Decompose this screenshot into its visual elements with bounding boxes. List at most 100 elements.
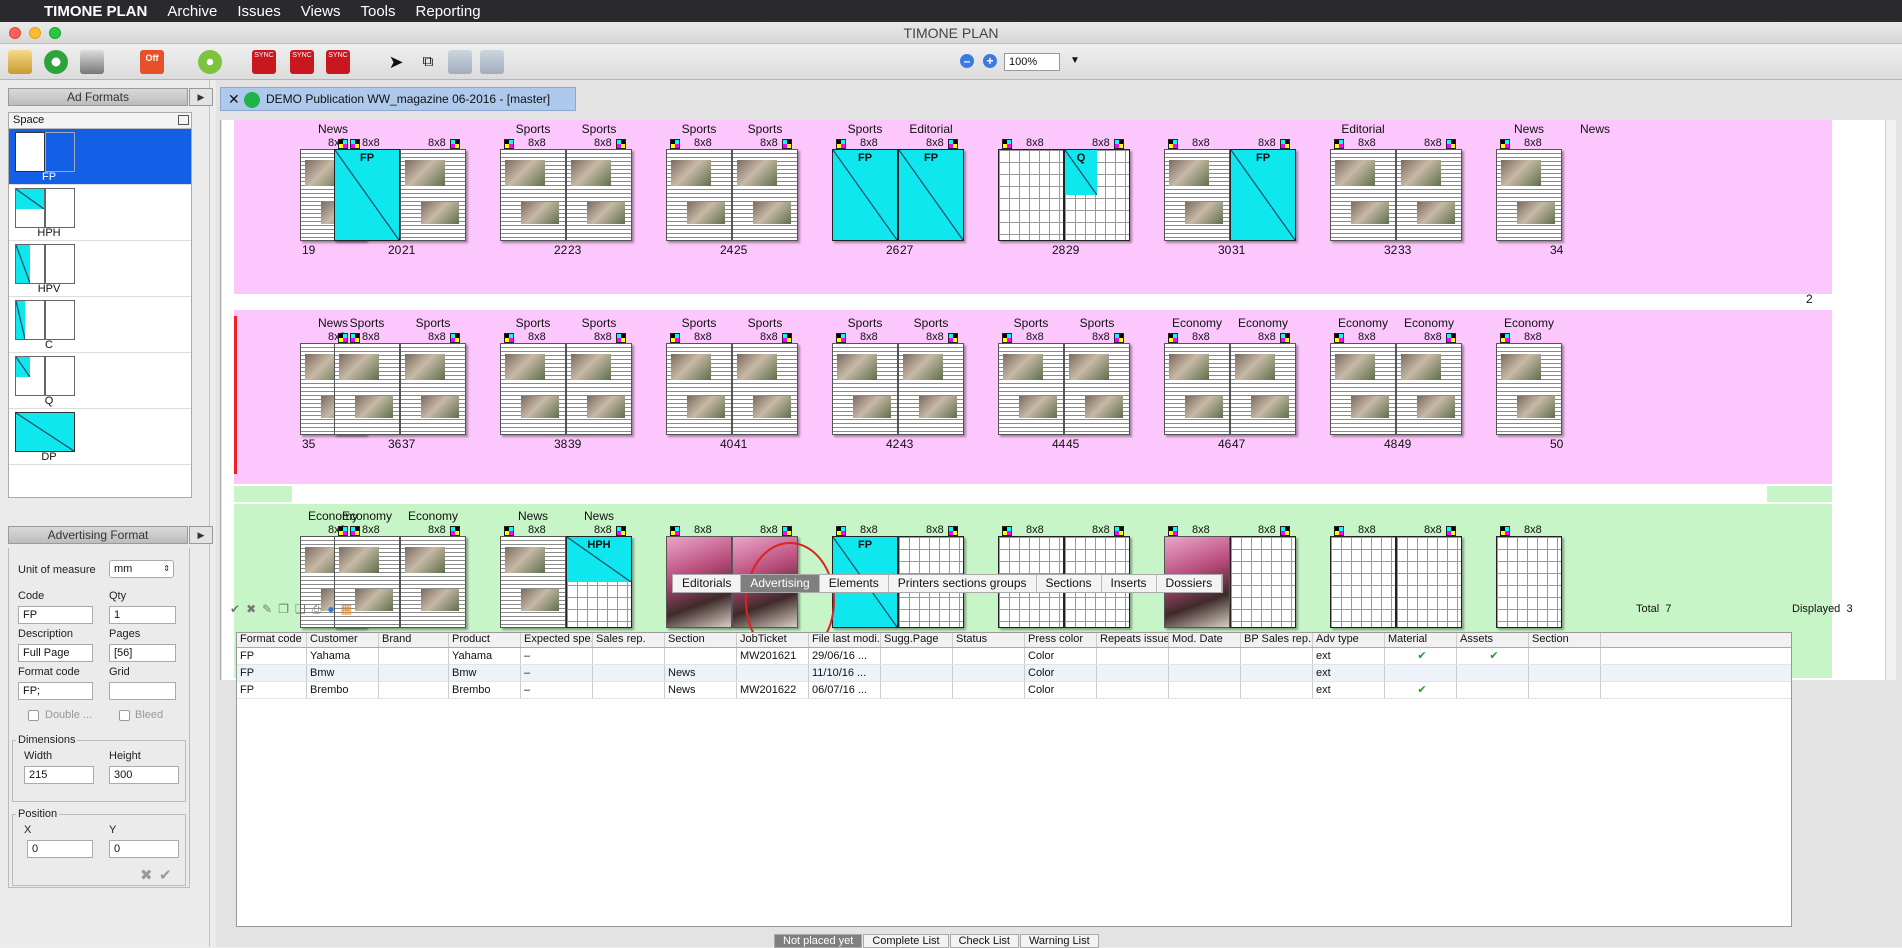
editorial-page-thumbnail[interactable] bbox=[566, 149, 632, 241]
editorial-page-thumbnail[interactable] bbox=[400, 536, 466, 628]
ad-placement-FP[interactable]: FP bbox=[832, 149, 898, 241]
width-input[interactable]: 215 bbox=[24, 766, 94, 784]
menu-views[interactable]: Views bbox=[291, 3, 351, 20]
menu-tools[interactable]: Tools bbox=[350, 3, 405, 20]
zoom-dropdown-chevron-down-icon[interactable]: ▼ bbox=[1068, 54, 1082, 68]
unit-select[interactable]: mm ⇕ bbox=[109, 560, 174, 578]
zoom-field[interactable]: 100% bbox=[1004, 53, 1060, 71]
height-input[interactable]: 300 bbox=[109, 766, 179, 784]
close-tab-icon[interactable]: ✕ bbox=[228, 88, 240, 110]
column-header[interactable]: Repeats issue bbox=[1097, 633, 1169, 647]
ad-placement-FP[interactable]: FP bbox=[334, 149, 400, 241]
editorial-page-thumbnail[interactable] bbox=[1396, 149, 1462, 241]
editorial-page-thumbnail[interactable] bbox=[666, 343, 732, 435]
column-header[interactable]: Press color bbox=[1025, 633, 1097, 647]
editorial-page-thumbnail[interactable] bbox=[1164, 149, 1230, 241]
vertical-scrollbar[interactable] bbox=[1885, 120, 1896, 680]
editorial-page-thumbnail[interactable] bbox=[732, 149, 798, 241]
column-header[interactable]: Customer bbox=[307, 633, 379, 647]
column-header[interactable]: Material bbox=[1385, 633, 1457, 647]
paste-icon[interactable]: ❏ bbox=[295, 602, 306, 617]
qty-input[interactable]: 1 bbox=[109, 606, 176, 624]
description-input[interactable]: Full Page bbox=[18, 644, 93, 662]
editorial-page-thumbnail[interactable] bbox=[1496, 343, 1562, 435]
empty-page-grid[interactable] bbox=[1396, 536, 1462, 628]
tab-complete-list[interactable]: Complete List bbox=[863, 934, 949, 948]
code-input[interactable]: FP bbox=[18, 606, 93, 624]
editorial-page-thumbnail[interactable] bbox=[500, 343, 566, 435]
tab-sections[interactable]: Sections bbox=[1037, 575, 1102, 592]
ad-format-q[interactable]: Q bbox=[9, 353, 191, 409]
column-header[interactable]: Section bbox=[1529, 633, 1601, 647]
double-checkbox[interactable] bbox=[28, 710, 39, 721]
ad-placement-HPH[interactable]: HPH bbox=[566, 536, 632, 628]
empty-page-grid[interactable] bbox=[1330, 536, 1396, 628]
export-icon[interactable]: ▦ bbox=[341, 602, 352, 617]
ad-placement-FP[interactable]: FP bbox=[1230, 149, 1296, 241]
ad-placement-FP[interactable]: FP bbox=[898, 149, 964, 241]
editorial-page-thumbnail[interactable] bbox=[400, 343, 466, 435]
grid-input[interactable] bbox=[109, 682, 176, 700]
ad-format-c[interactable]: C bbox=[9, 297, 191, 353]
x-input[interactable]: 0 bbox=[27, 840, 93, 858]
zoom-out-icon[interactable]: – bbox=[960, 54, 974, 68]
zoom-window-button[interactable] bbox=[49, 27, 61, 39]
column-header[interactable]: BP Sales rep. bbox=[1241, 633, 1313, 647]
minimize-window-button[interactable] bbox=[29, 27, 41, 39]
column-header[interactable]: Assets bbox=[1457, 633, 1529, 647]
splitter-handle[interactable] bbox=[217, 120, 221, 680]
bleed-checkbox[interactable] bbox=[119, 710, 130, 721]
tab-dossiers[interactable]: Dossiers bbox=[1157, 575, 1223, 592]
table-row[interactable]: FP Bmw Bmw – News 11/10/16 ... Color ext bbox=[237, 665, 1791, 682]
sync-right-button[interactable]: SYNC bbox=[326, 50, 350, 74]
editorial-page-thumbnail[interactable] bbox=[998, 343, 1064, 435]
move-right-icon[interactable] bbox=[480, 50, 504, 74]
column-header[interactable]: Sugg.Page bbox=[881, 633, 953, 647]
table-row[interactable]: FP Yahama Yahama – MW201621 29/06/16 ... Color… bbox=[237, 648, 1791, 665]
y-input[interactable]: 0 bbox=[109, 840, 179, 858]
menu-archive[interactable]: Archive bbox=[157, 3, 227, 20]
ad-placement-Q[interactable]: Q bbox=[1064, 149, 1130, 241]
editorial-page-thumbnail[interactable] bbox=[500, 536, 566, 628]
tab-check-list[interactable]: Check List bbox=[949, 934, 1019, 948]
play-icon[interactable]: ● bbox=[327, 602, 334, 617]
edit-icon[interactable]: ✎ bbox=[262, 602, 272, 617]
empty-page-grid[interactable] bbox=[1230, 536, 1296, 628]
column-header[interactable]: Format code bbox=[237, 633, 307, 647]
empty-page-grid[interactable] bbox=[998, 149, 1064, 241]
ad-format-hph[interactable]: HPH bbox=[9, 185, 191, 241]
editorial-page-thumbnail[interactable] bbox=[832, 343, 898, 435]
sync-left-button[interactable]: SYNC bbox=[252, 50, 276, 74]
tab-warning-list[interactable]: Warning List bbox=[1019, 934, 1099, 948]
confirm-check-icon[interactable]: ✔ bbox=[159, 866, 172, 884]
tab-inserts[interactable]: Inserts bbox=[1102, 575, 1157, 592]
column-header[interactable]: Brand bbox=[379, 633, 449, 647]
column-header[interactable]: Section bbox=[665, 633, 737, 647]
table-row[interactable]: FP Brembo Brembo – News MW201622 06/07/16 ... C… bbox=[237, 682, 1791, 699]
column-header[interactable]: File last modi... bbox=[809, 633, 881, 647]
accept-check-icon[interactable]: ✔ bbox=[230, 602, 240, 617]
empty-page-grid[interactable] bbox=[1496, 536, 1562, 628]
editorial-page-thumbnail[interactable] bbox=[1496, 149, 1562, 241]
ad-format-hpv[interactable]: HPV bbox=[9, 241, 191, 297]
duplicate-tool-icon[interactable]: ⧉ bbox=[416, 50, 440, 74]
menu-issues[interactable]: Issues bbox=[227, 3, 290, 20]
tab-advertising[interactable]: Advertising bbox=[741, 575, 820, 592]
tab-printers-sections-groups[interactable]: Printers sections groups bbox=[889, 575, 1037, 592]
editorial-page-thumbnail[interactable] bbox=[666, 149, 732, 241]
editorial-page-thumbnail[interactable] bbox=[334, 343, 400, 435]
column-header[interactable]: JobTicket bbox=[737, 633, 809, 647]
refresh-icon[interactable] bbox=[44, 50, 68, 74]
editorial-page-thumbnail[interactable] bbox=[1064, 343, 1130, 435]
editorial-page-thumbnail[interactable] bbox=[1396, 343, 1462, 435]
tab-elements[interactable]: Elements bbox=[820, 575, 889, 592]
tab-not-placed-yet[interactable]: Not placed yet bbox=[774, 934, 863, 948]
column-header[interactable]: Expected spe... bbox=[521, 633, 593, 647]
column-header[interactable]: Product bbox=[449, 633, 521, 647]
open-folder-icon[interactable] bbox=[8, 50, 32, 74]
ad-format-dp[interactable]: DP bbox=[9, 409, 191, 465]
editorial-page-thumbnail[interactable] bbox=[400, 149, 466, 241]
print-list-icon[interactable]: ⎙ bbox=[312, 602, 322, 617]
copy-icon[interactable]: ❐ bbox=[278, 602, 289, 617]
ad-formats-expand-icon[interactable]: ▶ bbox=[189, 88, 213, 106]
